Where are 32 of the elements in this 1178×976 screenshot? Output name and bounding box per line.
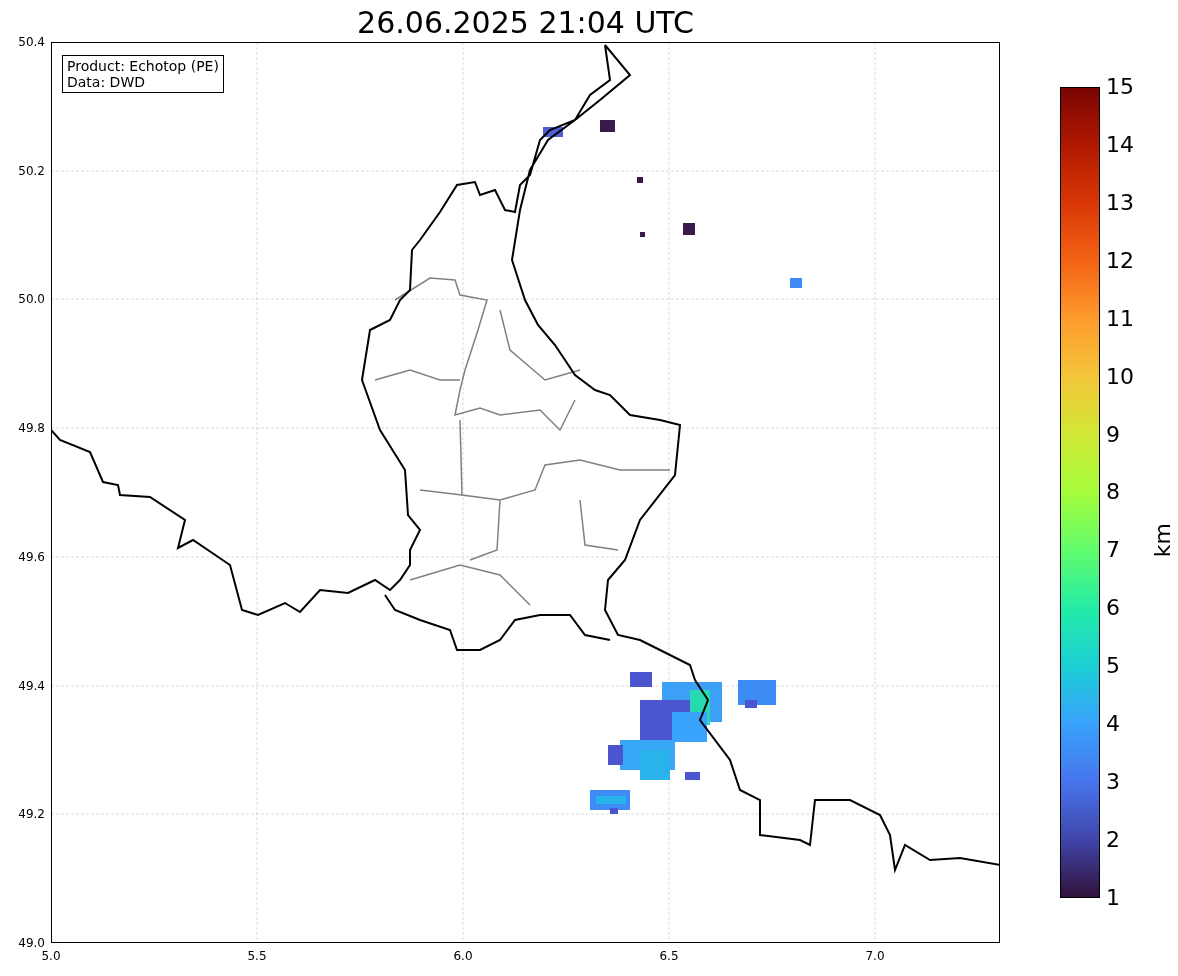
colorbar-tick-label: 14 (1106, 131, 1135, 158)
latitude-tick-label: 50.0 (18, 292, 45, 307)
latitude-tick-label: 49.4 (18, 678, 45, 693)
longitude-tick-label: 5.5 (246, 949, 268, 965)
longitude-tick-label: 7.0 (864, 949, 886, 965)
colorbar-tick-label: 10 (1106, 363, 1135, 390)
longitude-tick-label: 5.0 (40, 949, 62, 965)
colorbar-tick-label: 2 (1106, 827, 1121, 853)
colorbar-tick-label: 7 (1106, 537, 1121, 564)
colorbar-tick-label: 13 (1106, 189, 1135, 216)
latitude-tick-label: 49.8 (18, 421, 45, 436)
chart-title: 26.06.2025 21:04 UTC (356, 4, 695, 42)
latitude-tick-label: 49.2 (18, 807, 45, 822)
colorbar-label: km (1150, 522, 1175, 558)
colorbar-tick-label: 12 (1106, 247, 1135, 274)
latitude-tick-label: 50.2 (18, 163, 45, 178)
latitude-tick-label: 49.6 (18, 549, 45, 564)
colorbar-tick-label: 11 (1106, 305, 1135, 332)
colorbar-tick-label: 15 (1106, 74, 1135, 100)
latitude-tick-label: 50.4 (18, 35, 45, 49)
colorbar-tick-label: 8 (1106, 479, 1121, 506)
colorbar-tick-label: 6 (1106, 595, 1121, 622)
colorbar-tick-label: 9 (1106, 421, 1121, 448)
legend-text: Data: DWD (67, 74, 146, 90)
longitude-tick-label: 6.0 (452, 949, 474, 965)
latitude-tick-label: 49.0 (18, 935, 45, 950)
colorbar-tick-label: 5 (1106, 653, 1121, 680)
colorbar-tick-label: 3 (1106, 769, 1121, 796)
longitude-tick-label: 6.5 (658, 949, 680, 965)
legend-text: Product: Echotop (PE) (67, 58, 219, 74)
colorbar-tick-label: 1 (1106, 884, 1121, 911)
colorbar-tick-label: 4 (1106, 711, 1121, 738)
